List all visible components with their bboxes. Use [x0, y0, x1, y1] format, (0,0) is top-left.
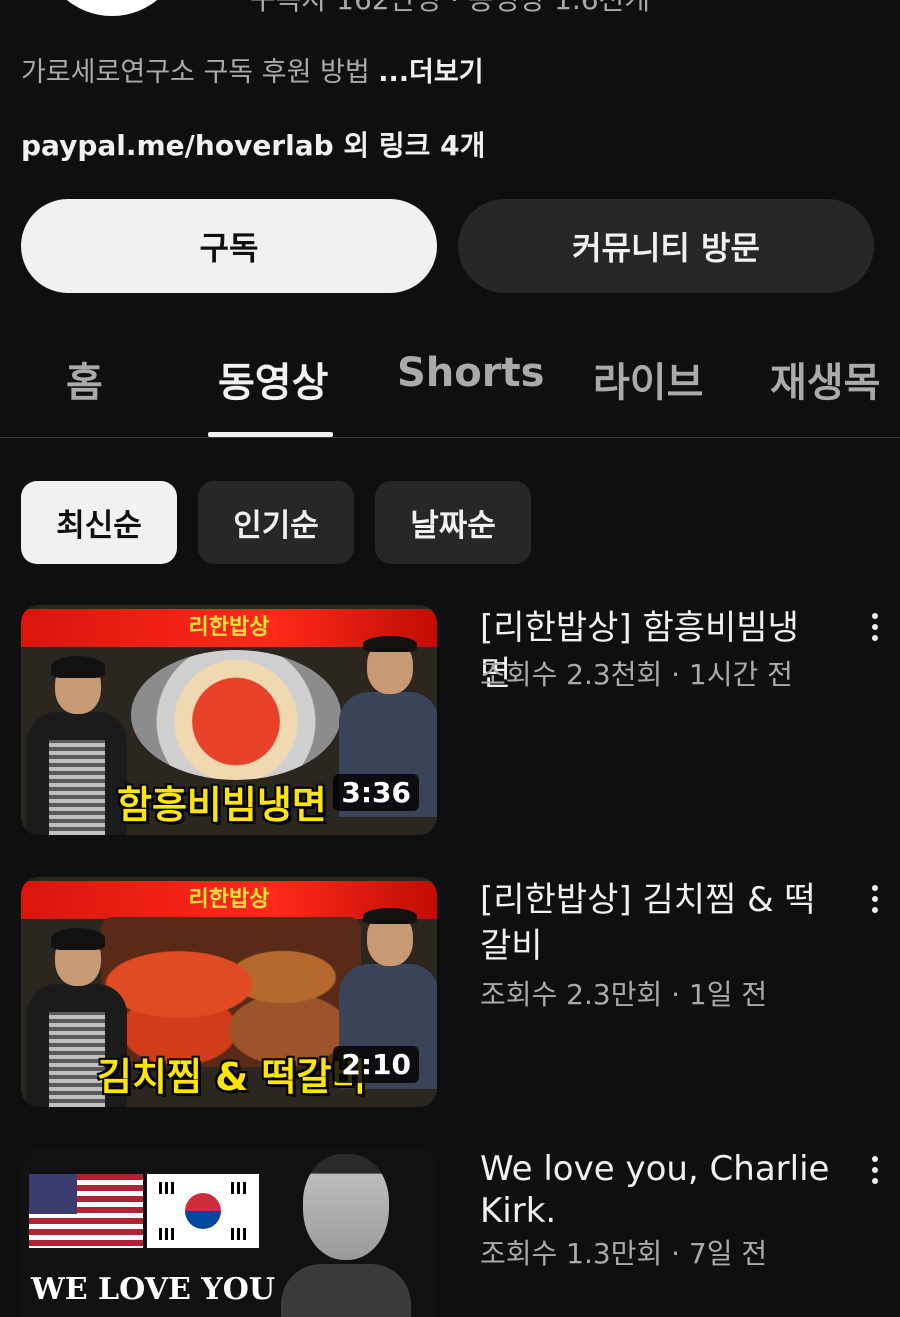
more-options-icon[interactable] — [866, 1156, 884, 1192]
video-duration: 2:10 — [333, 1046, 419, 1083]
video-title[interactable]: We love you, Charlie Kirk. — [480, 1148, 830, 1232]
thumbnail-caption: WE LOVE YOU — [31, 1272, 275, 1307]
video-duration: 3:36 — [333, 774, 419, 811]
channel-stats: 구독자 162만명 · 동영상 1.6천개 — [250, 0, 650, 18]
subscribe-button[interactable]: 구독 — [21, 199, 437, 293]
video-item[interactable]: WE LOVE YOU We love you, Charlie Kirk. 조… — [0, 1148, 900, 1317]
more-options-icon[interactable] — [866, 885, 884, 921]
video-title[interactable]: [리한밥상] 김치찜 & 떡갈비 — [480, 877, 830, 969]
channel-tabs: 홈 동영상 Shorts 라이브 재생목 — [0, 330, 900, 438]
visit-community-button[interactable]: 커뮤니티 방문 — [458, 199, 874, 293]
more-options-icon[interactable] — [866, 613, 884, 649]
video-item[interactable]: 리한밥상 함흥비빔냉면 3:36 [리한밥상] 함흥비빔냉면 조회수 2.3천회… — [0, 605, 900, 837]
description-text: 가로세로연구소 구독 후원 방법 — [21, 57, 370, 88]
video-meta: 조회수 1.3만회 · 7일 전 — [480, 1237, 768, 1270]
tabs-divider — [0, 437, 900, 438]
video-thumbnail[interactable]: WE LOVE YOU — [21, 1148, 437, 1317]
us-flag-image — [29, 1174, 143, 1248]
tab-videos[interactable]: 동영상 — [218, 350, 328, 408]
channel-description[interactable]: 가로세로연구소 구독 후원 방법 ...더보기 — [21, 50, 484, 89]
video-meta: 조회수 2.3만회 · 1일 전 — [480, 978, 768, 1011]
chip-oldest[interactable]: 날짜순 — [375, 481, 531, 564]
video-thumbnail[interactable]: 리한밥상 김치찜 & 떡갈비 2:10 — [21, 877, 437, 1107]
portrait-image — [281, 1154, 411, 1317]
channel-page: 구독자 162만명 · 동영상 1.6천개 가로세로연구소 구독 후원 방법 .… — [0, 0, 900, 1317]
tab-shorts[interactable]: Shorts — [397, 350, 544, 396]
kimchi-galbi-image — [101, 917, 361, 1067]
chip-popular[interactable]: 인기순 — [198, 481, 354, 564]
video-item[interactable]: 리한밥상 김치찜 & 떡갈비 2:10 [리한밥상] 김치찜 & 떡갈비 조회수… — [0, 877, 900, 1109]
more-link[interactable]: ...더보기 — [378, 57, 483, 88]
video-thumbnail[interactable]: 리한밥상 함흥비빔냉면 3:36 — [21, 605, 437, 835]
channel-links[interactable]: paypal.me/hoverlab 외 링크 4개 — [21, 124, 485, 164]
korea-flag-image — [147, 1174, 259, 1248]
chip-latest[interactable]: 최신순 — [21, 481, 177, 564]
noodle-bowl-image — [131, 650, 341, 780]
channel-avatar[interactable] — [42, 0, 182, 16]
tab-home[interactable]: 홈 — [66, 350, 103, 408]
tab-playlists[interactable]: 재생목 — [770, 350, 880, 408]
video-meta: 조회수 2.3천회 · 1시간 전 — [480, 658, 793, 691]
tab-live[interactable]: 라이브 — [593, 350, 703, 408]
